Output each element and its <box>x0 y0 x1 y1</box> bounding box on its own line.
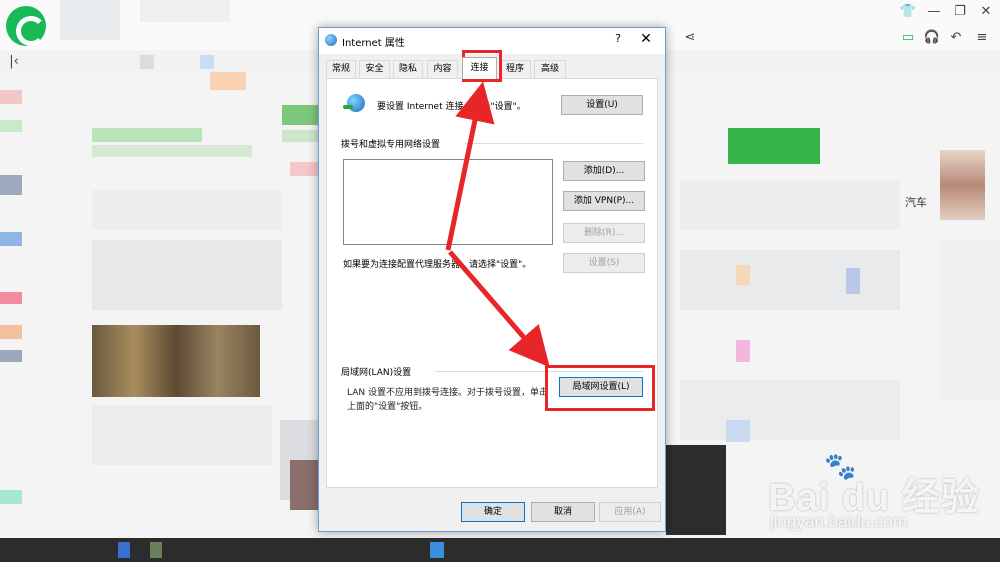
tab-general[interactable]: 常规 <box>326 60 356 78</box>
tab-programs[interactable]: 程序 <box>499 60 531 78</box>
side-category-label[interactable]: 汽车 <box>905 194 927 210</box>
blur-block <box>0 490 22 504</box>
undo-icon[interactable]: ↶ <box>946 30 966 46</box>
blur-block <box>92 240 282 310</box>
blur-block <box>140 55 154 69</box>
taskbar-app-icon[interactable] <box>430 542 444 558</box>
tab-content[interactable]: 内容 <box>427 60 458 78</box>
blur-block <box>0 325 22 339</box>
share-icon[interactable]: ⋖ <box>680 30 700 46</box>
blur-block <box>60 0 120 40</box>
blurred-photo <box>92 325 260 397</box>
battery-icon: ▭ <box>901 30 915 45</box>
blur-block <box>680 250 900 310</box>
blur-block <box>680 180 900 230</box>
browser-logo-icon[interactable] <box>6 6 46 46</box>
blur-block <box>92 128 202 142</box>
internet-options-icon <box>325 34 337 46</box>
lan-heading: 局域网(LAN)设置 <box>341 368 412 378</box>
proxy-hint: 如果要为连接配置代理服务器，请选择"设置"。 <box>343 260 532 270</box>
blur-block <box>736 340 750 362</box>
close-icon[interactable]: ✕ <box>637 31 655 49</box>
window-close-icon[interactable]: ✕ <box>976 4 996 20</box>
setup-description: 要设置 Internet 连接，单击"设置"。 <box>377 102 526 112</box>
taskbar-app-icon[interactable] <box>118 542 130 558</box>
blur-block <box>92 405 272 465</box>
blur-block <box>726 420 750 442</box>
minimize-icon[interactable]: — <box>924 4 944 20</box>
dialup-vpn-heading: 拨号和虚拟专用网络设置 <box>341 140 441 150</box>
connections-panel: 要设置 Internet 连接，单击"设置"。 设置(U) 拨号和虚拟专用网络设… <box>326 78 658 488</box>
blur-block <box>0 120 22 132</box>
blurred-avatar <box>940 150 985 220</box>
blur-block <box>846 268 860 294</box>
cancel-button[interactable]: 取消 <box>531 502 595 522</box>
group-divider <box>465 143 643 144</box>
blur-block <box>666 445 726 535</box>
connections-list[interactable] <box>343 159 553 245</box>
blur-block <box>680 380 900 440</box>
blur-block <box>210 72 246 90</box>
blur-block <box>0 350 22 362</box>
blur-block <box>290 460 318 510</box>
blur-block <box>282 130 318 142</box>
help-icon[interactable]: ? <box>611 32 625 48</box>
taskbar <box>0 538 1000 562</box>
apply-button[interactable]: 应用(A) <box>599 502 661 522</box>
lan-description-line2: 上面的"设置"按钮。 <box>347 402 428 412</box>
blur-block <box>282 105 318 125</box>
tab-security[interactable]: 安全 <box>359 60 390 78</box>
tab-advanced[interactable]: 高级 <box>534 60 566 78</box>
restore-icon[interactable]: ❐ <box>950 4 970 20</box>
menu-icon[interactable]: ≡ <box>972 30 992 46</box>
blur-block <box>92 190 282 230</box>
blur-block <box>92 145 252 157</box>
setup-button[interactable]: 设置(U) <box>561 95 643 115</box>
globe-connection-icon <box>343 94 365 114</box>
baidu-jingyan-watermark: 🐾 Bai du 经验 jingyan.baidu.com <box>762 452 992 540</box>
headset-icon[interactable]: 🎧 <box>922 30 942 46</box>
lan-description-line1: LAN 设置不应用到拨号连接。对于拨号设置，单击 <box>347 388 548 398</box>
blur-block <box>0 292 22 304</box>
remove-button[interactable]: 删除(R)... <box>563 223 645 243</box>
blur-block <box>736 265 750 285</box>
blur-block <box>940 240 1000 400</box>
add-vpn-button[interactable]: 添加 VPN(P)... <box>563 191 645 211</box>
sidebar-collapse-icon[interactable]: |‹ <box>4 54 24 70</box>
add-button[interactable]: 添加(D)... <box>563 161 645 181</box>
blur-block <box>728 128 820 164</box>
tab-connections[interactable]: 连接 <box>462 57 497 79</box>
blur-block <box>290 162 318 176</box>
blur-block <box>0 90 22 104</box>
watermark-url: jingyan.baidu.com <box>770 512 908 531</box>
blur-block <box>140 0 230 22</box>
blur-block <box>0 232 22 246</box>
taskbar-app-icon[interactable] <box>150 542 162 558</box>
skin-icon[interactable]: 👕 <box>898 4 918 20</box>
tab-privacy[interactable]: 隐私 <box>393 60 423 78</box>
ok-button[interactable]: 确定 <box>461 502 525 522</box>
blur-block <box>0 175 22 195</box>
internet-properties-dialog: Internet 属性 ? ✕ 常规 安全 隐私 内容 连接 程序 高级 要设置… <box>318 27 666 532</box>
lan-button-highlight-box <box>545 365 655 411</box>
dialup-settings-button[interactable]: 设置(S) <box>563 253 645 273</box>
dialog-title: Internet 属性 <box>342 38 405 49</box>
blur-block <box>200 55 214 69</box>
